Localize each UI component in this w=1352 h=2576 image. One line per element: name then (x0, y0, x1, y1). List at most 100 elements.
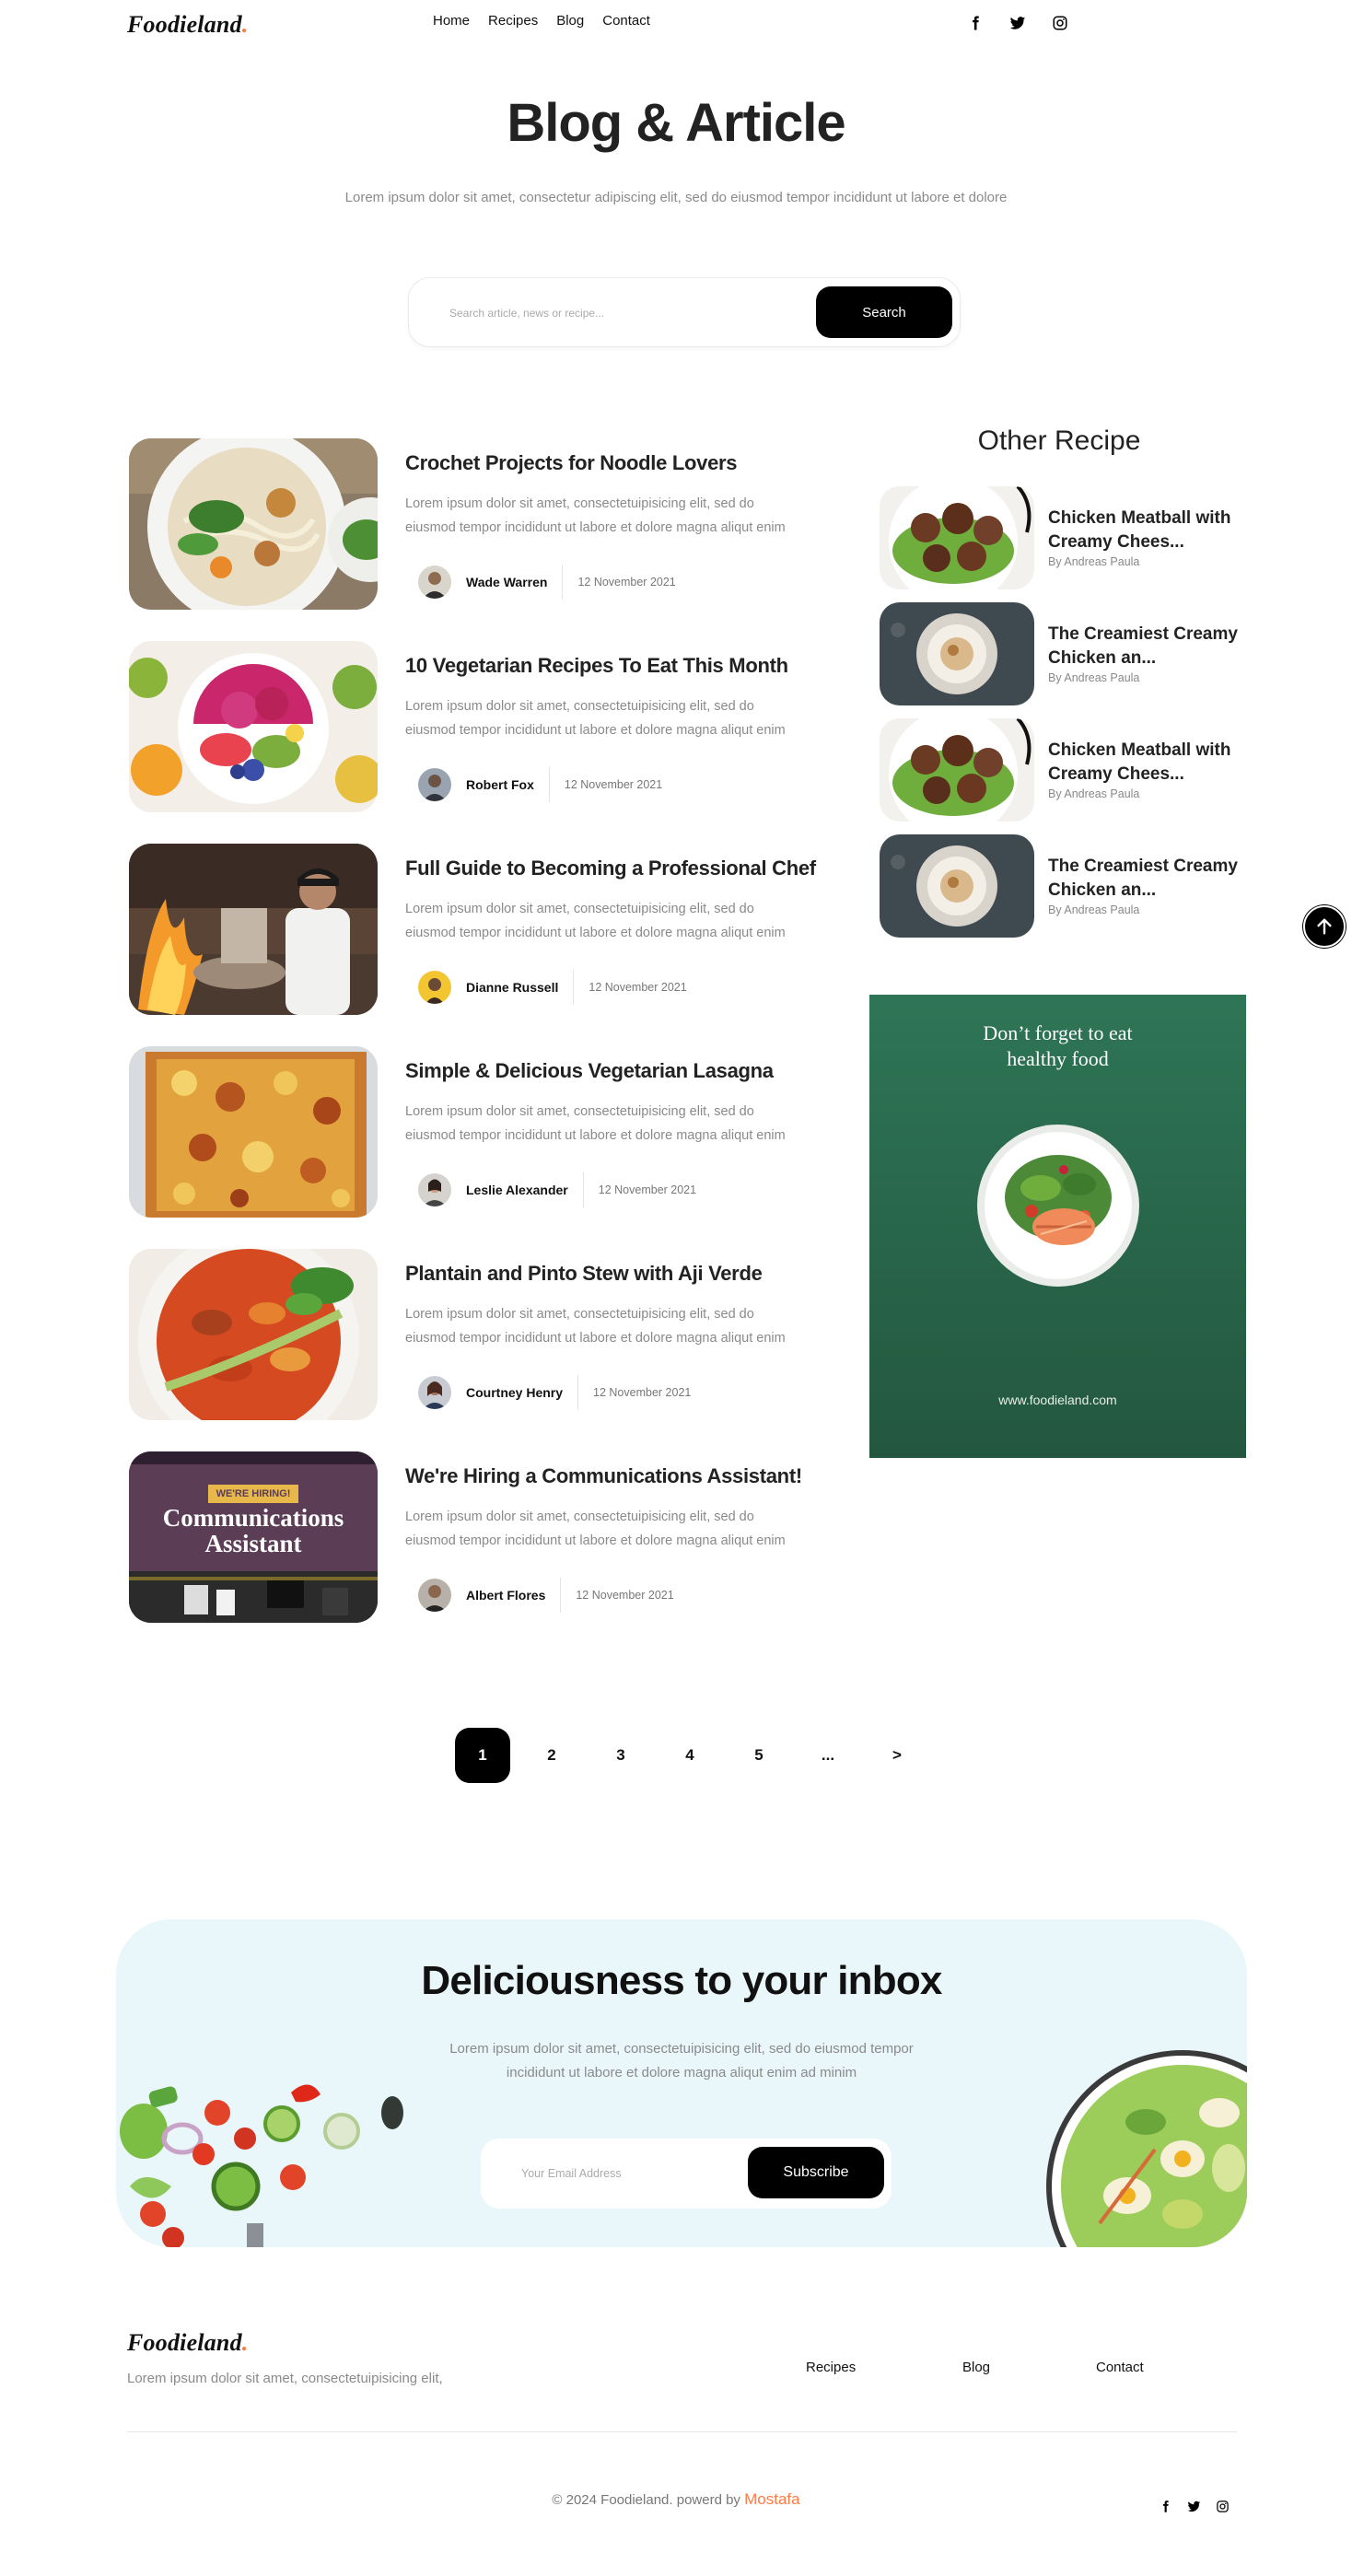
twitter-icon[interactable] (1009, 15, 1026, 31)
author-link[interactable]: Mostafa (744, 2490, 799, 2508)
recipe-image-creamy-chicken[interactable] (880, 602, 1034, 705)
article-description: Lorem ipsum dolor sit amet, consectetuip… (405, 694, 829, 742)
article-title[interactable]: Crochet Projects for Noodle Lovers (405, 451, 738, 475)
back-to-top-button[interactable] (1303, 905, 1346, 948)
article-image-hiring[interactable]: WE'RE HIRING! Communications Assistant (129, 1451, 378, 1623)
article-card[interactable]: WE'RE HIRING! Communications Assistant W… (129, 1451, 829, 1623)
recipe-title-line: Creamy Chees... (1048, 764, 1184, 784)
promo-title-line: healthy food (1007, 1047, 1109, 1070)
site-logo[interactable]: Foodieland. (127, 11, 249, 39)
article-image-chef[interactable] (129, 844, 378, 1015)
article-desc-line: eiusmod tempor incididunt ut labore et d… (405, 926, 786, 940)
footer-link-blog[interactable]: Blog (962, 2360, 1096, 2375)
article-author[interactable]: Leslie Alexander (466, 1183, 568, 1197)
article-meta: Courtney Henry 12 November 2021 (418, 1374, 691, 1411)
page-1[interactable]: 1 (455, 1728, 510, 1783)
page-next[interactable]: > (869, 1728, 925, 1783)
nav-blog[interactable]: Blog (556, 13, 584, 29)
other-recipe-item[interactable]: Chicken Meatball with Creamy Chees... By… (880, 718, 1248, 822)
other-recipe-item[interactable]: The Creamiest Creamy Chicken an... By An… (880, 834, 1248, 938)
twitter-icon[interactable] (1187, 2500, 1201, 2513)
article-author[interactable]: Dianne Russell (466, 980, 558, 995)
footer-logo[interactable]: Foodieland. (127, 2329, 249, 2357)
nav-home[interactable]: Home (433, 13, 470, 29)
subscribe-form: Subscribe (481, 2139, 892, 2209)
promo-banner[interactable]: Don’t forget to eat healthy food www.foo… (869, 995, 1246, 1458)
nav-recipes[interactable]: Recipes (488, 13, 538, 29)
article-card[interactable]: 10 Vegetarian Recipes To Eat This Month … (129, 641, 829, 812)
article-card[interactable]: Crochet Projects for Noodle Lovers Lorem… (129, 438, 829, 610)
newsletter-section: Deliciousness to your inbox Lorem ipsum … (116, 1919, 1247, 2247)
footer-link-contact[interactable]: Contact (1096, 2360, 1144, 2375)
article-desc-line: Lorem ipsum dolor sit amet, consectetuip… (405, 496, 754, 511)
pagination: 1 2 3 4 5 ... > (455, 1728, 925, 1783)
article-card[interactable]: Full Guide to Becoming a Professional Ch… (129, 844, 829, 1015)
search-input[interactable] (449, 298, 799, 328)
search-button[interactable]: Search (816, 286, 952, 338)
recipe-author: By Andreas Paula (1048, 671, 1140, 684)
other-recipe-item[interactable]: The Creamiest Creamy Chicken an... By An… (880, 602, 1248, 705)
footer-tagline: Lorem ipsum dolor sit amet, consectetuip… (127, 2371, 443, 2386)
vegetables-image (120, 2084, 403, 2247)
avatar (418, 565, 451, 599)
article-desc-line: Lorem ipsum dolor sit amet, consectetuip… (405, 902, 754, 916)
instagram-icon[interactable] (1052, 15, 1068, 31)
page-5[interactable]: 5 (731, 1728, 787, 1783)
hiring-badge: WE'RE HIRING! (208, 1485, 298, 1503)
instagram-icon[interactable] (1216, 2500, 1230, 2513)
meta-divider (573, 970, 575, 1005)
article-desc-line: Lorem ipsum dolor sit amet, consectetuip… (405, 1307, 754, 1322)
article-description: Lorem ipsum dolor sit amet, consectetuip… (405, 1505, 829, 1553)
article-title[interactable]: We're Hiring a Communications Assistant! (405, 1464, 802, 1488)
article-image-fruit-bowl[interactable] (129, 641, 378, 812)
recipe-image-creamy-chicken[interactable] (880, 834, 1034, 938)
article-desc-line: eiusmod tempor incididunt ut labore et d… (405, 1331, 786, 1346)
other-recipe-item[interactable]: Chicken Meatball with Creamy Chees... By… (880, 486, 1248, 589)
recipe-title-line: Chicken an... (1048, 648, 1157, 668)
recipe-title[interactable]: Chicken Meatball with Creamy Chees... (1048, 739, 1241, 787)
page-4[interactable]: 4 (662, 1728, 717, 1783)
article-image-lasagna[interactable] (129, 1046, 378, 1218)
logo-text: Foodieland (127, 11, 242, 38)
logo-text: Foodieland (127, 2329, 242, 2356)
footer-link-recipes[interactable]: Recipes (806, 2360, 962, 2375)
article-title[interactable]: 10 Vegetarian Recipes To Eat This Month (405, 654, 788, 678)
article-meta: Albert Flores 12 November 2021 (418, 1577, 674, 1614)
nav-contact[interactable]: Contact (602, 13, 650, 29)
recipe-title-line: Chicken Meatball with (1048, 508, 1231, 528)
footer-divider (127, 2431, 1237, 2432)
recipe-title[interactable]: The Creamiest Creamy Chicken an... (1048, 855, 1241, 903)
page-3[interactable]: 3 (593, 1728, 648, 1783)
recipe-title[interactable]: The Creamiest Creamy Chicken an... (1048, 623, 1241, 670)
article-image-noodles[interactable] (129, 438, 378, 610)
article-author[interactable]: Robert Fox (466, 777, 534, 792)
article-card[interactable]: Plantain and Pinto Stew with Aji Verde L… (129, 1249, 829, 1420)
recipe-image-meatball[interactable] (880, 718, 1034, 822)
article-card[interactable]: Simple & Delicious Vegetarian Lasagna Lo… (129, 1046, 829, 1218)
article-title[interactable]: Full Guide to Becoming a Professional Ch… (405, 857, 816, 880)
header-socials (967, 15, 1068, 31)
article-author[interactable]: Albert Flores (466, 1588, 545, 1603)
article-author[interactable]: Wade Warren (466, 575, 547, 589)
sidebar-title: Other Recipe (977, 425, 1141, 456)
article-desc-line: Lorem ipsum dolor sit amet, consectetuip… (405, 1104, 754, 1119)
article-author[interactable]: Courtney Henry (466, 1385, 563, 1400)
email-field[interactable] (521, 2159, 733, 2188)
promo-url[interactable]: www.foodieland.com (869, 1393, 1246, 1407)
facebook-icon[interactable] (1159, 2500, 1172, 2513)
facebook-icon[interactable] (967, 15, 984, 31)
avatar (418, 1579, 451, 1612)
article-meta: Wade Warren 12 November 2021 (418, 564, 676, 600)
article-title[interactable]: Plantain and Pinto Stew with Aji Verde (405, 1262, 763, 1286)
meta-divider (548, 767, 550, 802)
newsletter-desc-line: Lorem ipsum dolor sit amet, consectetuip… (449, 2041, 914, 2057)
recipe-image-meatball[interactable] (880, 486, 1034, 589)
article-meta: Dianne Russell 12 November 2021 (418, 969, 687, 1006)
subscribe-button[interactable]: Subscribe (748, 2147, 884, 2198)
page-subtitle: Lorem ipsum dolor sit amet, consectetur … (344, 190, 1008, 205)
page-2[interactable]: 2 (524, 1728, 579, 1783)
article-date: 12 November 2021 (577, 576, 676, 589)
article-image-stew[interactable] (129, 1249, 378, 1420)
recipe-title[interactable]: Chicken Meatball with Creamy Chees... (1048, 507, 1241, 554)
article-title[interactable]: Simple & Delicious Vegetarian Lasagna (405, 1059, 774, 1083)
